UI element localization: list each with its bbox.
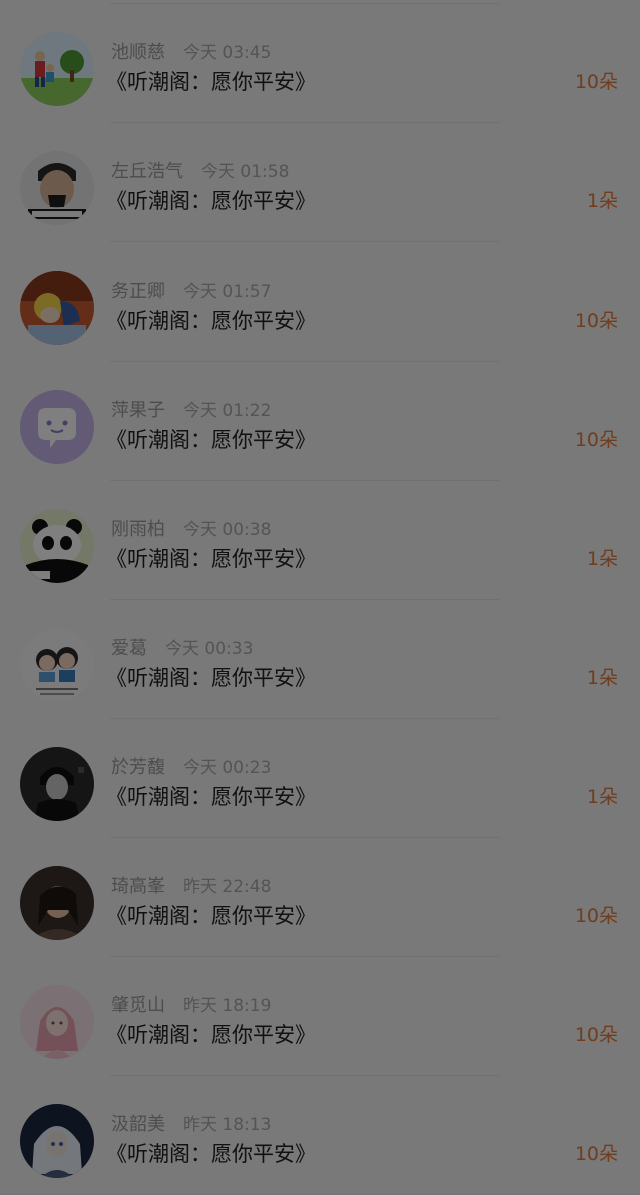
modal-dim-overlay[interactable]: [0, 0, 640, 1193]
gift-record-screen: 池顺慈今天 03:45 《听潮阁：愿你平安》 10朵 左丘浩气今天 01:58: [0, 0, 640, 1193]
